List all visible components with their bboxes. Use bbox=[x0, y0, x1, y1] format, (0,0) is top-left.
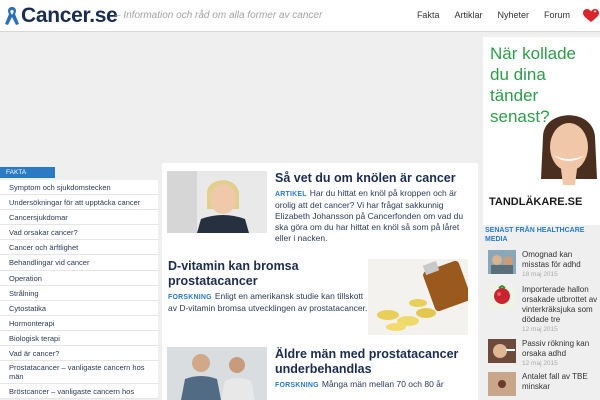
news-title: Importerade hallon orsakade utbrottet av… bbox=[522, 285, 598, 324]
menu-item[interactable]: Prostatacancer – vanligaste cancern hos … bbox=[0, 361, 158, 385]
article-teaser: FORSKNING Många män mellan 70 och 80 år bbox=[275, 379, 475, 391]
news-item[interactable]: Passiv rökning kan orsaka adhd 12 maj 20… bbox=[485, 339, 600, 373]
article-title[interactable]: Så vet du om knölen är cancer bbox=[275, 171, 475, 186]
nav-artiklar[interactable]: Artiklar bbox=[454, 10, 482, 20]
menu-item[interactable]: Strålning bbox=[0, 286, 158, 301]
news-date: 18 maj 2015 bbox=[522, 271, 558, 278]
article-teaser: ARTIKEL Har du hittat en knöl på kroppen … bbox=[275, 188, 475, 244]
site-tagline: – Information och råd om alla former av … bbox=[115, 10, 323, 21]
menu-item[interactable]: Bröstcancer – vanligaste cancern hos bbox=[0, 384, 158, 400]
news-date: 12 maj 2015 bbox=[522, 326, 558, 333]
ad-brand-logo[interactable]: TANDLÄKARE.SE bbox=[489, 196, 582, 208]
menu-item[interactable]: Biologisk terapi bbox=[0, 331, 158, 347]
menu-item[interactable]: Cytostatika bbox=[0, 301, 158, 316]
article-image-men[interactable] bbox=[167, 347, 267, 400]
menu-item[interactable]: Hormonterapi bbox=[0, 316, 158, 331]
article-knolen[interactable]: Så vet du om knölen är cancer ARTIKEL Har… bbox=[275, 171, 475, 244]
menu-item[interactable]: Cancersjukdomar bbox=[0, 210, 158, 226]
menu-item[interactable]: Vad orsakar cancer? bbox=[0, 225, 158, 241]
article-teaser: FORSKNING Enligt en amerikansk studie kan… bbox=[168, 291, 368, 314]
news-thumbnail-image bbox=[488, 339, 516, 363]
news-thumbnail-image bbox=[488, 250, 516, 274]
news-title: Antalet fall av TBE minskar bbox=[522, 372, 588, 391]
article-feed: Så vet du om knölen är cancer ARTIKEL Har… bbox=[162, 163, 478, 400]
article-aldre-man[interactable]: Äldre män med prostatacancer underbehand… bbox=[275, 347, 475, 391]
nav-forum[interactable]: Forum bbox=[544, 10, 570, 20]
news-date: 12 maj 2015 bbox=[522, 360, 558, 367]
article-body: Många män mellan 70 och 80 år bbox=[321, 379, 444, 389]
news-item[interactable]: Omognad kan misstas för adhd 18 maj 2015 bbox=[485, 250, 600, 284]
news-thumbnail-image bbox=[488, 372, 516, 396]
menu-item[interactable]: Symptom och sjukdomstecken bbox=[0, 180, 158, 196]
news-title: Passiv rökning kan orsaka adhd bbox=[522, 339, 590, 358]
article-image-woman[interactable] bbox=[167, 171, 267, 233]
main-nav: Fakta Artiklar Nyheter Forum bbox=[402, 10, 570, 20]
site-logo[interactable]: Cancer.se bbox=[4, 4, 118, 28]
article-image-pills[interactable] bbox=[368, 259, 468, 335]
cancer-ribbon-icon bbox=[5, 7, 19, 25]
menu-item[interactable]: Cancer och ärftlighet bbox=[0, 240, 158, 256]
fakta-header: FAKTA bbox=[0, 167, 55, 178]
news-title: Omognad kan misstas för adhd bbox=[522, 250, 581, 269]
heart-icon[interactable] bbox=[583, 9, 599, 23]
article-category: FORSKNING bbox=[275, 382, 319, 389]
menu-item[interactable]: Undersökningar för att upptäcka cancer bbox=[0, 195, 158, 211]
menu-item[interactable]: Vad är cancer? bbox=[0, 346, 158, 362]
site-header: Cancer.se – Information och råd om alla … bbox=[0, 0, 600, 32]
article-title[interactable]: Äldre män med prostatacancer underbehand… bbox=[275, 347, 475, 377]
menu-item[interactable]: Operation bbox=[0, 271, 158, 286]
ad-brand-text: TANDLÄKARE.SE bbox=[489, 196, 583, 208]
healthcare-media-header: SENAST FRÅN HEALTHCARE MEDIA bbox=[485, 227, 585, 243]
article-category: FORSKNING bbox=[168, 294, 212, 301]
news-item[interactable]: Antalet fall av TBE minskar bbox=[485, 372, 600, 400]
nav-fakta[interactable]: Fakta bbox=[417, 10, 440, 20]
fakta-menu: Symptom och sjukdomstecken Undersökninga… bbox=[0, 180, 158, 400]
article-title[interactable]: D-vitamin kan bromsa prostatacancer bbox=[168, 259, 368, 289]
news-item[interactable]: Importerade hallon orsakade utbrottet av… bbox=[485, 285, 600, 333]
logo-text: Cancer.se bbox=[21, 4, 118, 27]
news-thumbnail-image bbox=[488, 285, 516, 309]
article-d-vitamin[interactable]: D-vitamin kan bromsa prostatacancer FORS… bbox=[168, 259, 368, 314]
nav-nyheter[interactable]: Nyheter bbox=[497, 10, 529, 20]
article-category: ARTIKEL bbox=[275, 191, 307, 198]
menu-item[interactable]: Behandlingar vid cancer bbox=[0, 255, 158, 271]
